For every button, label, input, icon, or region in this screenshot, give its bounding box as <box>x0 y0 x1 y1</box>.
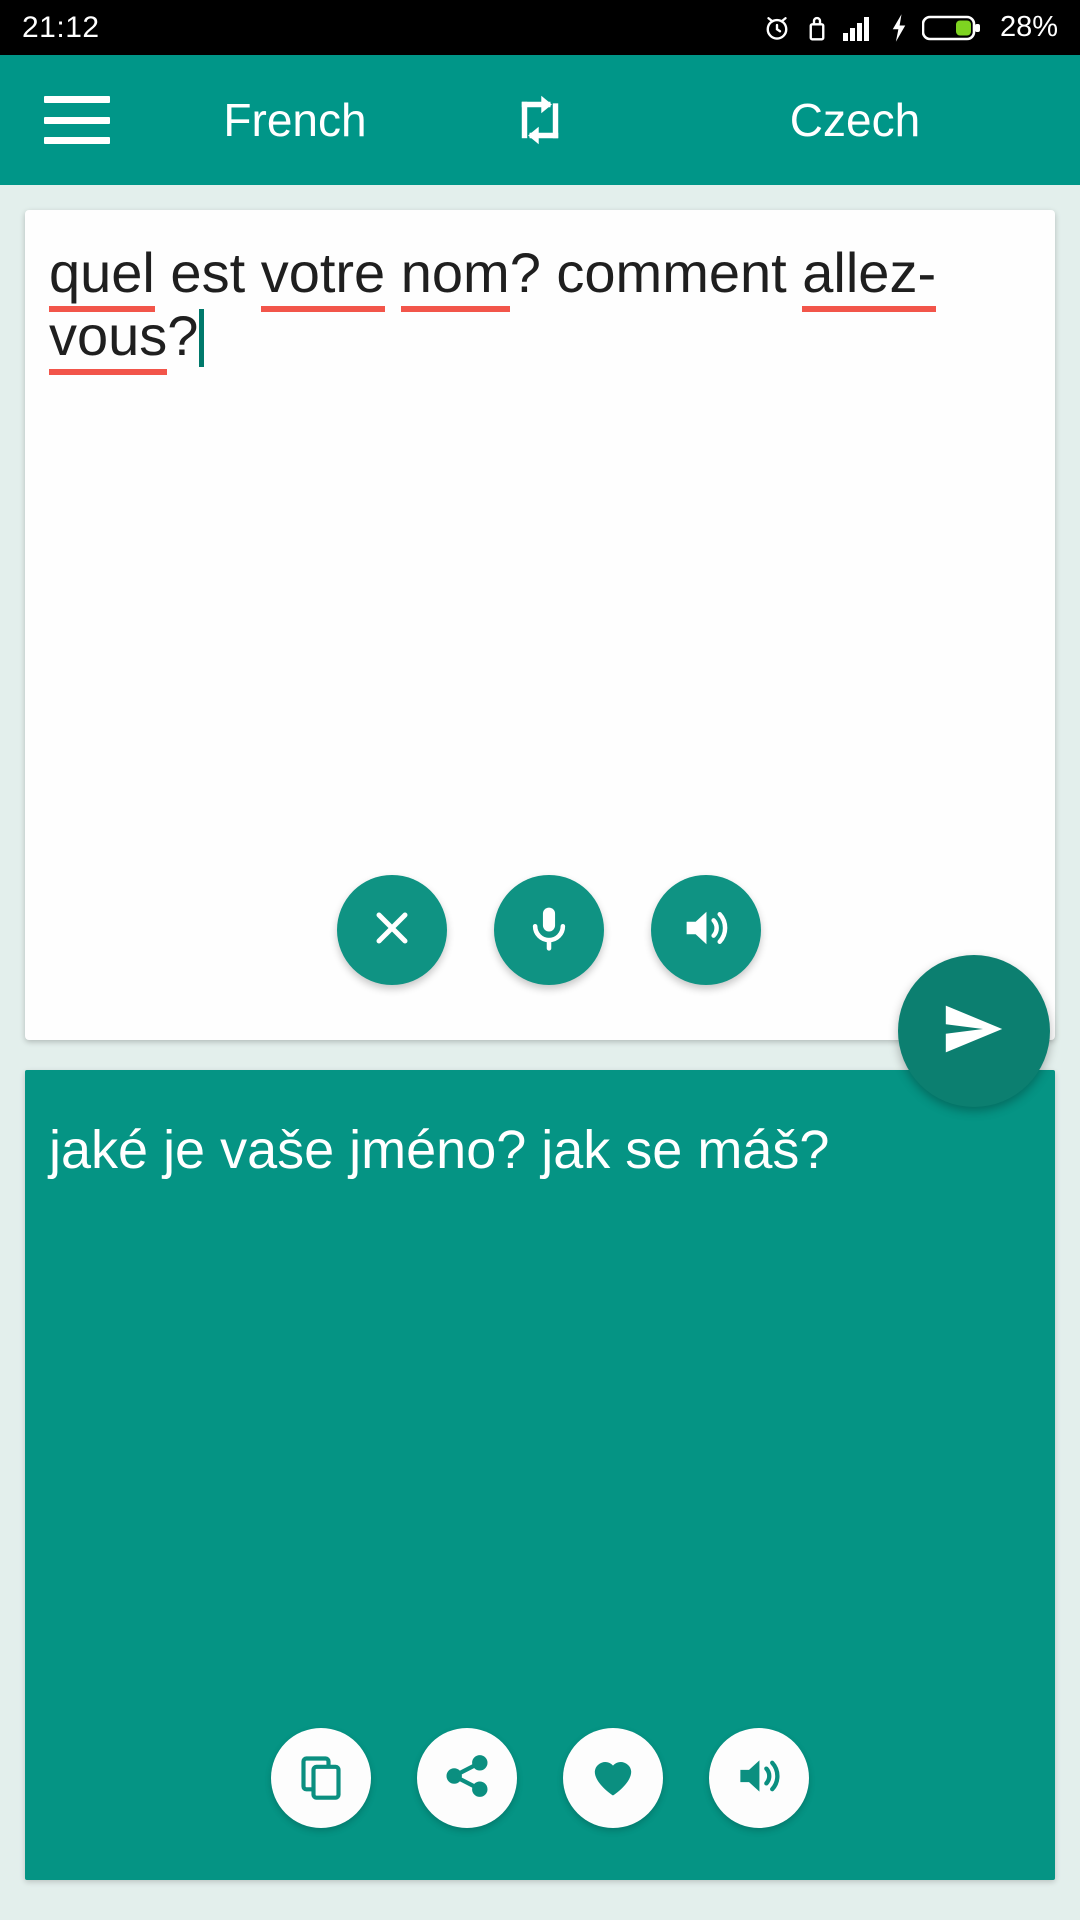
source-language-selector[interactable]: French <box>180 93 410 147</box>
alarm-icon <box>762 13 792 43</box>
speaker-icon <box>679 901 733 960</box>
status-time: 21:12 <box>22 10 100 44</box>
share-icon <box>443 1752 491 1805</box>
source-text-fragment: est <box>154 241 261 304</box>
source-text-fragment: ? <box>167 303 199 367</box>
battery-percent: 28% <box>999 11 1058 43</box>
translation-text: jaké je vaše jméno? jak se máš? <box>49 1120 830 1180</box>
speak-translation-button[interactable] <box>709 1728 809 1828</box>
clear-button[interactable] <box>337 875 447 985</box>
status-bar: 21:12 28% <box>0 0 1080 55</box>
status-icons: 28% <box>762 11 1058 44</box>
signal-icon <box>842 13 876 43</box>
source-text-fragment <box>385 241 401 304</box>
speak-source-button[interactable] <box>651 875 761 985</box>
microphone-button[interactable] <box>494 875 604 985</box>
close-icon <box>366 902 418 959</box>
translation-actions <box>25 1728 1055 1828</box>
lock-icon <box>806 13 828 43</box>
favorite-button[interactable] <box>563 1728 663 1828</box>
hamburger-line <box>44 137 110 144</box>
text-cursor <box>199 308 205 367</box>
misspelled-word: votre <box>260 241 386 312</box>
hamburger-line <box>44 116 110 124</box>
heart-icon <box>587 1750 639 1807</box>
swap-languages-icon[interactable] <box>505 85 575 155</box>
translation-card: jaké je vaše jméno? jak se máš? <box>25 1070 1055 1880</box>
battery-icon <box>921 13 982 43</box>
misspelled-word: quel <box>49 241 155 312</box>
microphone-icon <box>523 902 575 959</box>
source-text-card: quel est votre nom? comment allez-vous? <box>25 210 1055 1040</box>
send-icon <box>938 993 1010 1070</box>
source-text-fragment: ? comment <box>509 241 803 304</box>
app-bar: French Czech <box>0 55 1080 185</box>
speaker-icon <box>733 1750 785 1807</box>
source-actions <box>25 875 1055 985</box>
source-text-input[interactable]: quel est votre nom? comment allez-vous? <box>49 241 1027 375</box>
copy-button[interactable] <box>271 1728 371 1828</box>
share-button[interactable] <box>417 1728 517 1828</box>
copy-icon <box>296 1751 346 1806</box>
hamburger-line <box>44 96 110 103</box>
translator-page: quel est votre nom? comment allez-vous? <box>0 185 1080 1920</box>
hamburger-menu-icon[interactable] <box>44 96 110 144</box>
send-button[interactable] <box>898 955 1050 1107</box>
charging-bolt-icon <box>890 13 908 43</box>
misspelled-word: nom <box>400 241 510 312</box>
target-language-selector[interactable]: Czech <box>740 93 970 147</box>
